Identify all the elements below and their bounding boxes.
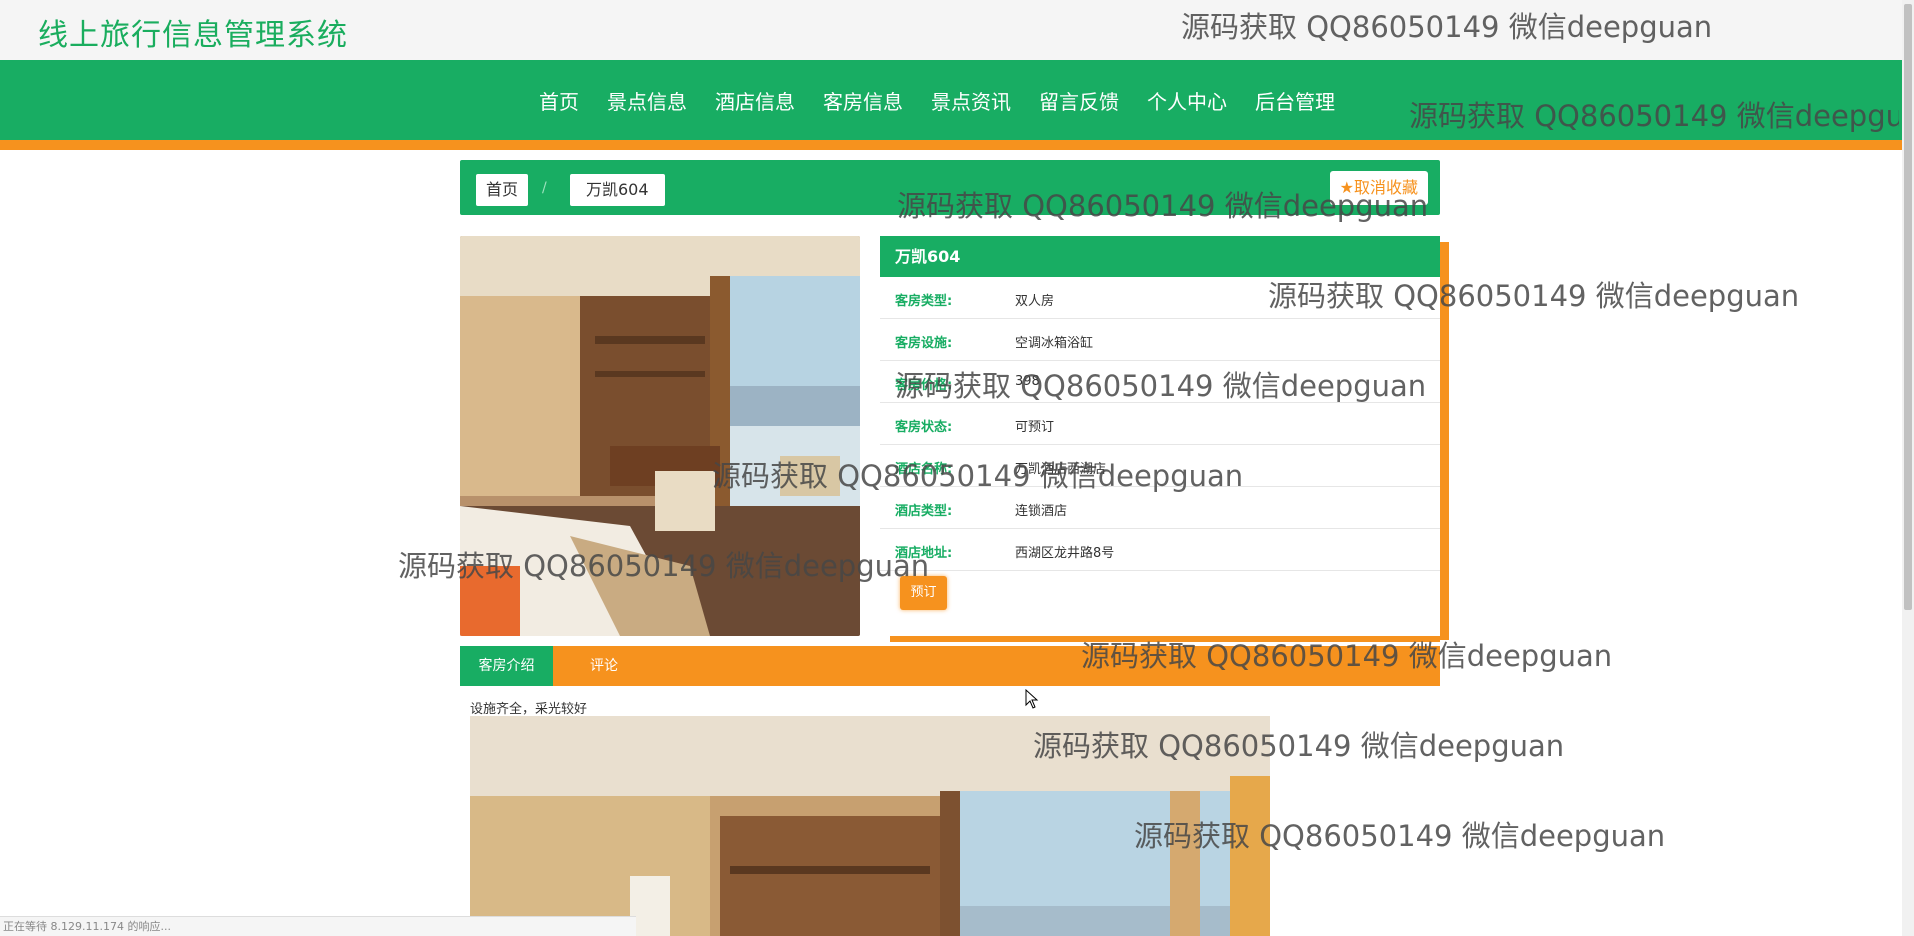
info-value: 万凯酒店西湖店 — [1015, 462, 1107, 477]
room-main-image — [460, 236, 860, 636]
info-label: 酒店名称: — [895, 462, 953, 477]
info-label: 酒店地址: — [895, 546, 953, 561]
info-label: 客房价格: — [895, 378, 953, 393]
info-row-hotel-name: 酒店名称: 万凯酒店西湖店 — [880, 445, 1440, 487]
info-row-status: 客房状态: 可预订 — [880, 403, 1440, 445]
mouse-cursor-icon — [1025, 689, 1039, 709]
nav-item-rooms[interactable]: 客房信息 — [823, 86, 903, 115]
info-label: 客房状态: — [895, 420, 953, 435]
browser-status-bar: 正在等待 8.129.11.174 的响应... — [0, 916, 636, 936]
info-panel-accent-bottom — [890, 636, 1440, 642]
room-name: 万凯604 — [880, 236, 1440, 277]
room-description: 设施齐全，采光较好 — [470, 702, 588, 717]
nav-item-profile[interactable]: 个人中心 — [1147, 86, 1227, 115]
top-header: 线上旅行信息管理系统 — [0, 0, 1914, 60]
info-value: 连锁酒店 — [1015, 504, 1068, 519]
unfavorite-label: 取消收藏 — [1353, 178, 1418, 197]
info-value: 398 — [1015, 374, 1040, 389]
nav-list: 首页 景点信息 酒店信息 客房信息 景点资讯 留言反馈 个人中心 后台管理 — [525, 60, 1349, 140]
unfavorite-button[interactable]: ★取消收藏 — [1329, 171, 1428, 205]
site-title: 线上旅行信息管理系统 — [38, 18, 348, 53]
nav-item-feedback[interactable]: 留言反馈 — [1039, 86, 1119, 115]
tab-comments[interactable]: 评论 — [590, 646, 618, 686]
info-row-type: 客房类型: 双人房 — [880, 277, 1440, 319]
tab-room-intro[interactable]: 客房介绍 — [460, 646, 553, 686]
info-row-hotel-address: 酒店地址: 西湖区龙井路8号 — [880, 529, 1440, 571]
nav-item-home[interactable]: 首页 — [539, 86, 579, 115]
info-label: 客房类型: — [895, 294, 953, 309]
nav-item-hotels[interactable]: 酒店信息 — [715, 86, 795, 115]
info-panel-accent-right — [1440, 242, 1449, 640]
breadcrumb-home[interactable]: 首页 — [476, 174, 529, 206]
page-scrollbar[interactable] — [1902, 0, 1914, 936]
room-intro-image — [470, 716, 1270, 936]
book-button[interactable]: 预订 — [900, 576, 947, 610]
breadcrumb: 首页 / 万凯604 ★取消收藏 — [460, 160, 1440, 215]
main-navbar: 首页 景点信息 酒店信息 客房信息 景点资讯 留言反馈 个人中心 后台管理 — [0, 60, 1902, 140]
breadcrumb-current[interactable]: 万凯604 — [570, 174, 665, 206]
nav-accent-stripe — [0, 140, 1902, 150]
detail-tabs: 客房介绍 评论 — [460, 646, 1440, 686]
info-value: 可预订 — [1015, 420, 1055, 435]
nav-item-attractions[interactable]: 景点信息 — [607, 86, 687, 115]
info-label: 酒店类型: — [895, 504, 953, 519]
scrollbar-thumb[interactable] — [1904, 4, 1912, 610]
info-row-hotel-type: 酒店类型: 连锁酒店 — [880, 487, 1440, 529]
info-row-price: 客房价格: 398 — [880, 361, 1440, 403]
nav-item-admin[interactable]: 后台管理 — [1255, 86, 1335, 115]
breadcrumb-separator: / — [542, 180, 547, 196]
info-value: 空调冰箱浴缸 — [1015, 336, 1094, 351]
room-info-panel: 万凯604 客房类型: 双人房 客房设施: 空调冰箱浴缸 客房价格: 398 客… — [880, 236, 1440, 636]
info-value: 西湖区龙井路8号 — [1015, 546, 1115, 561]
info-label: 客房设施: — [895, 336, 953, 351]
nav-item-news[interactable]: 景点资讯 — [931, 86, 1011, 115]
star-icon: ★ — [1339, 178, 1354, 197]
info-row-facilities: 客房设施: 空调冰箱浴缸 — [880, 319, 1440, 361]
info-value: 双人房 — [1015, 294, 1055, 309]
